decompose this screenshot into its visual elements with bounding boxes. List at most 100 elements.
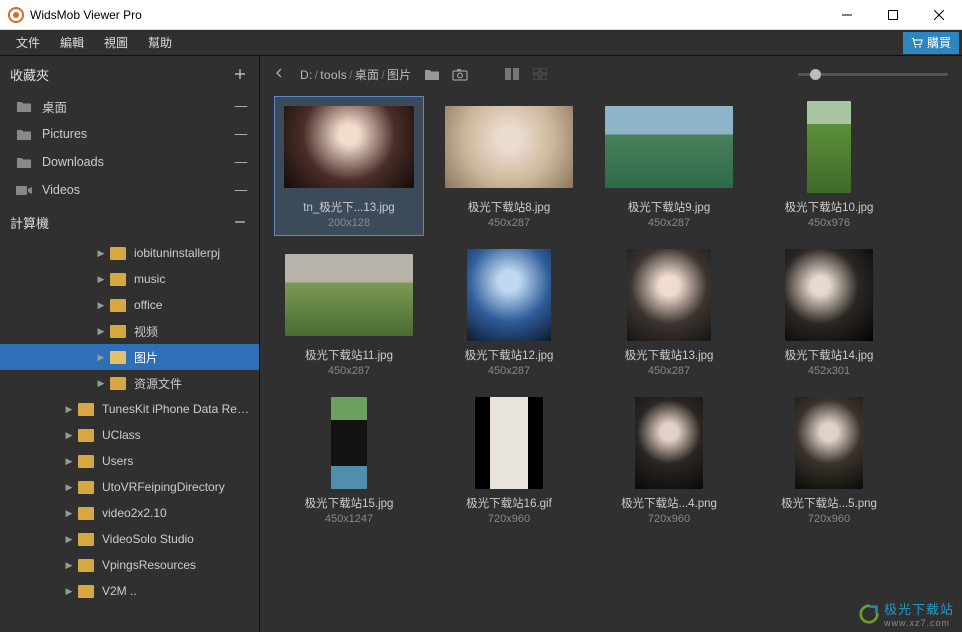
folder-icon [16, 100, 32, 113]
tree-item-label: VpingsResources [102, 558, 251, 572]
chevron-right-icon: ▶ [94, 378, 108, 389]
thumbnail-item[interactable]: 极光下载站...5.png720x960 [754, 392, 904, 532]
folder-icon [110, 377, 126, 390]
grid-icon [505, 68, 519, 80]
thumbnail-size-slider[interactable] [798, 73, 948, 76]
thumbnail-item[interactable]: 极光下载站10.jpg450x976 [754, 96, 904, 236]
thumbnail-image [331, 397, 367, 489]
tree-item[interactable]: ▶iobituninstallerpj [0, 240, 259, 266]
add-favorite-button[interactable] [231, 65, 249, 83]
sidebar: 收藏夾 桌面—Pictures—Downloads—Videos— 計算機 ▶i… [0, 56, 260, 632]
tree-item[interactable]: ▶ 图片 [0, 344, 259, 370]
tree-item[interactable]: ▶资源文件 [0, 370, 259, 396]
remove-favorite-button[interactable]: — [233, 183, 249, 197]
tree-item[interactable]: ▶music [0, 266, 259, 292]
camera-icon [452, 68, 468, 81]
tree-item[interactable]: ▶ V2M .. [0, 578, 259, 604]
favorite-桌面[interactable]: 桌面 — [0, 92, 259, 120]
thumbnail-item[interactable]: 极光下载站14.jpg452x301 [754, 244, 904, 384]
tree-item[interactable]: ▶video2x2.10 [0, 500, 259, 526]
favorite-pictures[interactable]: Pictures— [0, 120, 259, 148]
thumbnail-image [475, 397, 543, 489]
thumbnail-filename: 极光下载站...4.png [621, 495, 717, 511]
thumbnail-image [627, 249, 711, 341]
chevron-left-icon [274, 68, 284, 78]
tree-item-label: UtoVRFeipingDirectory [102, 480, 251, 494]
thumbnail-item[interactable]: 极光下载站13.jpg 450x287 [594, 244, 744, 384]
thumbnail-filename: tn_极光下...13.jpg [303, 199, 394, 215]
tree-item[interactable]: ▶视频 [0, 318, 259, 344]
chevron-right-icon: ▶ [62, 534, 76, 545]
buy-label: 購買 [927, 34, 951, 51]
remove-favorite-button[interactable]: — [233, 127, 249, 141]
tree-item[interactable]: ▶Users [0, 448, 259, 474]
thumbnail-image [285, 254, 413, 336]
chevron-right-icon: ▶ [94, 300, 108, 311]
favorite-label: 桌面 [42, 97, 67, 116]
thumbnail-dimensions: 452x301 [808, 365, 850, 377]
folder-icon [78, 429, 94, 442]
titlebar: WidsMob Viewer Pro [0, 0, 962, 30]
favorite-label: Downloads [42, 155, 104, 169]
thumbnail-filename: 极光下载站11.jpg [305, 347, 393, 363]
tree-item[interactable]: ▶UClass [0, 422, 259, 448]
menu-help[interactable]: 幫助 [138, 30, 182, 55]
tree-item[interactable]: ▶TunesKit iPhone Data Recov... [0, 396, 259, 422]
tree-item-label: 图片 [134, 349, 251, 366]
thumbnail-item[interactable]: 极光下载站12.jpg450x287 [434, 244, 584, 384]
thumbnail-item[interactable]: 极光下载站...4.png720x960 [594, 392, 744, 532]
tree-item[interactable]: ▶UtoVRFeipingDirectory [0, 474, 259, 500]
nav-back-button[interactable] [274, 67, 288, 81]
remove-favorite-button[interactable]: — [233, 99, 249, 113]
thumbnail-item[interactable]: tn_极光下...13.jpg200x128 [274, 96, 424, 236]
thumbnail-filename: 极光下载站...5.png [781, 495, 877, 511]
thumbnail-dimensions: 450x287 [328, 365, 370, 377]
crumb-seg[interactable]: tools [320, 68, 347, 82]
breadcrumb[interactable]: D:/tools/桌面/图片 [300, 66, 412, 83]
folder-icon [16, 156, 32, 169]
tree-item-label: TunesKit iPhone Data Recov... [102, 402, 251, 416]
thumbnail-item[interactable]: 极光下载站15.jpg450x1247 [274, 392, 424, 532]
favorite-videos[interactable]: Videos— [0, 176, 259, 204]
folder-icon [78, 481, 94, 494]
close-button[interactable] [916, 0, 962, 30]
thumbnail-item[interactable]: 极光下载站9.jpg450x287 [594, 96, 744, 236]
minimize-button[interactable] [824, 0, 870, 30]
chevron-right-icon: ▶ [62, 586, 76, 597]
thumbnail-dimensions: 720x960 [488, 513, 530, 525]
menu-view[interactable]: 視圖 [94, 30, 138, 55]
remove-favorite-button[interactable]: — [233, 155, 249, 169]
crumb-seg[interactable]: D: [300, 68, 313, 82]
tree-item-label: VideoSolo Studio [102, 532, 251, 546]
menu-edit[interactable]: 編輯 [50, 30, 94, 55]
crumb-seg[interactable]: 图片 [387, 68, 412, 82]
thumbnail-filename: 极光下载站13.jpg [625, 347, 714, 363]
open-folder-button[interactable] [424, 66, 440, 82]
thumbnail-item[interactable]: 极光下载站8.jpg450x287 [434, 96, 584, 236]
buy-button[interactable]: 購買 [903, 32, 959, 54]
chevron-right-icon: ▶ [94, 326, 108, 337]
tree-item[interactable]: ▶ office [0, 292, 259, 318]
collapse-computer-button[interactable] [231, 213, 249, 231]
view-grid-button[interactable] [504, 66, 520, 82]
favorite-downloads[interactable]: Downloads — [0, 148, 259, 176]
menu-file[interactable]: 文件 [6, 30, 50, 55]
window-title: WidsMob Viewer Pro [30, 8, 824, 22]
list-icon [533, 68, 547, 80]
thumbnail-dimensions: 450x287 [648, 365, 690, 377]
tree-item[interactable]: ▶ VideoSolo Studio [0, 526, 259, 552]
crumb-seg[interactable]: 桌面 [355, 68, 380, 82]
thumbnail-item[interactable]: 极光下载站16.gif 720x960 [434, 392, 584, 532]
maximize-button[interactable] [870, 0, 916, 30]
tree-item[interactable]: ▶VpingsResources [0, 552, 259, 578]
view-list-button[interactable] [532, 66, 548, 82]
tree-item-label: music [134, 272, 251, 286]
tree-item-label: V2M .. [102, 584, 251, 598]
camera-import-button[interactable] [452, 66, 468, 82]
folder-icon [78, 403, 94, 416]
chevron-right-icon: ▶ [94, 352, 108, 363]
tree-item-label: office [134, 298, 251, 312]
folder-tree[interactable]: ▶iobituninstallerpj▶music▶office▶视频▶图片▶资… [0, 240, 259, 632]
thumbnail-filename: 极光下载站16.gif [466, 495, 552, 511]
thumbnail-item[interactable]: 极光下载站11.jpg 450x287 [274, 244, 424, 384]
